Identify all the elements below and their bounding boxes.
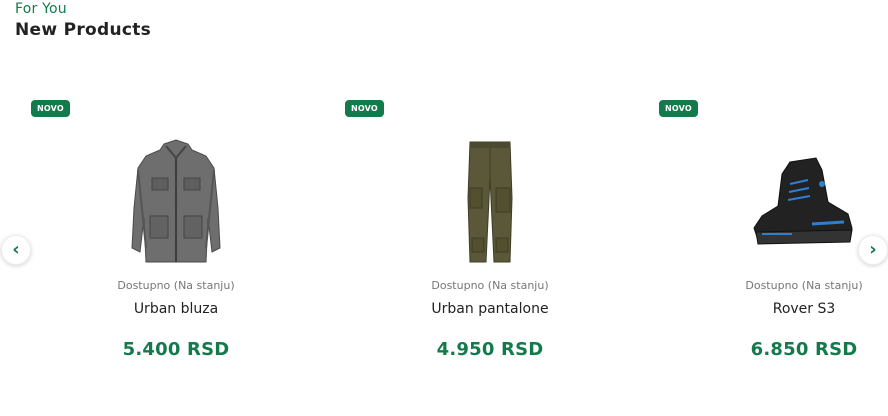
product-price: 6.850 RSD [750, 339, 858, 360]
new-badge: NOVO [345, 100, 384, 117]
carousel-prev-button[interactable]: ‹ [1, 235, 31, 265]
product-card[interactable]: NOVO Dostupno (Na stanju) Rover S3 6.850… [659, 100, 888, 380]
new-badge: NOVO [31, 100, 70, 117]
product-name-link[interactable]: Rover S3 [659, 301, 888, 317]
product-price: 5.400 RSD [122, 339, 230, 360]
carousel-next-button[interactable]: › [858, 235, 888, 265]
product-image-boot[interactable] [729, 136, 879, 268]
chevron-left-icon: ‹ [12, 239, 20, 260]
product-name-link[interactable]: Urban bluza [31, 301, 321, 317]
jacket-image [131, 139, 221, 263]
chevron-right-icon: › [869, 239, 877, 260]
availability-text: Dostupno (Na stanju) [117, 279, 235, 292]
product-name-link[interactable]: Urban pantalone [345, 301, 635, 317]
availability-text: Dostupno (Na stanju) [745, 279, 863, 292]
product-image-trousers[interactable] [415, 136, 565, 268]
product-price: 4.950 RSD [436, 339, 544, 360]
new-badge: NOVO [659, 100, 698, 117]
boot-image [753, 157, 853, 245]
product-image-jacket[interactable] [101, 136, 251, 268]
availability-text: Dostupno (Na stanju) [431, 279, 549, 292]
section-title: New Products [15, 20, 152, 40]
product-card[interactable]: NOVO Dostupno (Na stanju) Urban pantalon… [345, 100, 635, 380]
trousers-image [467, 141, 513, 263]
product-card[interactable]: NOVO Dostupno (Na stanju) Urban bluza 5.… [31, 100, 321, 380]
section-eyebrow: For You [15, 1, 67, 17]
